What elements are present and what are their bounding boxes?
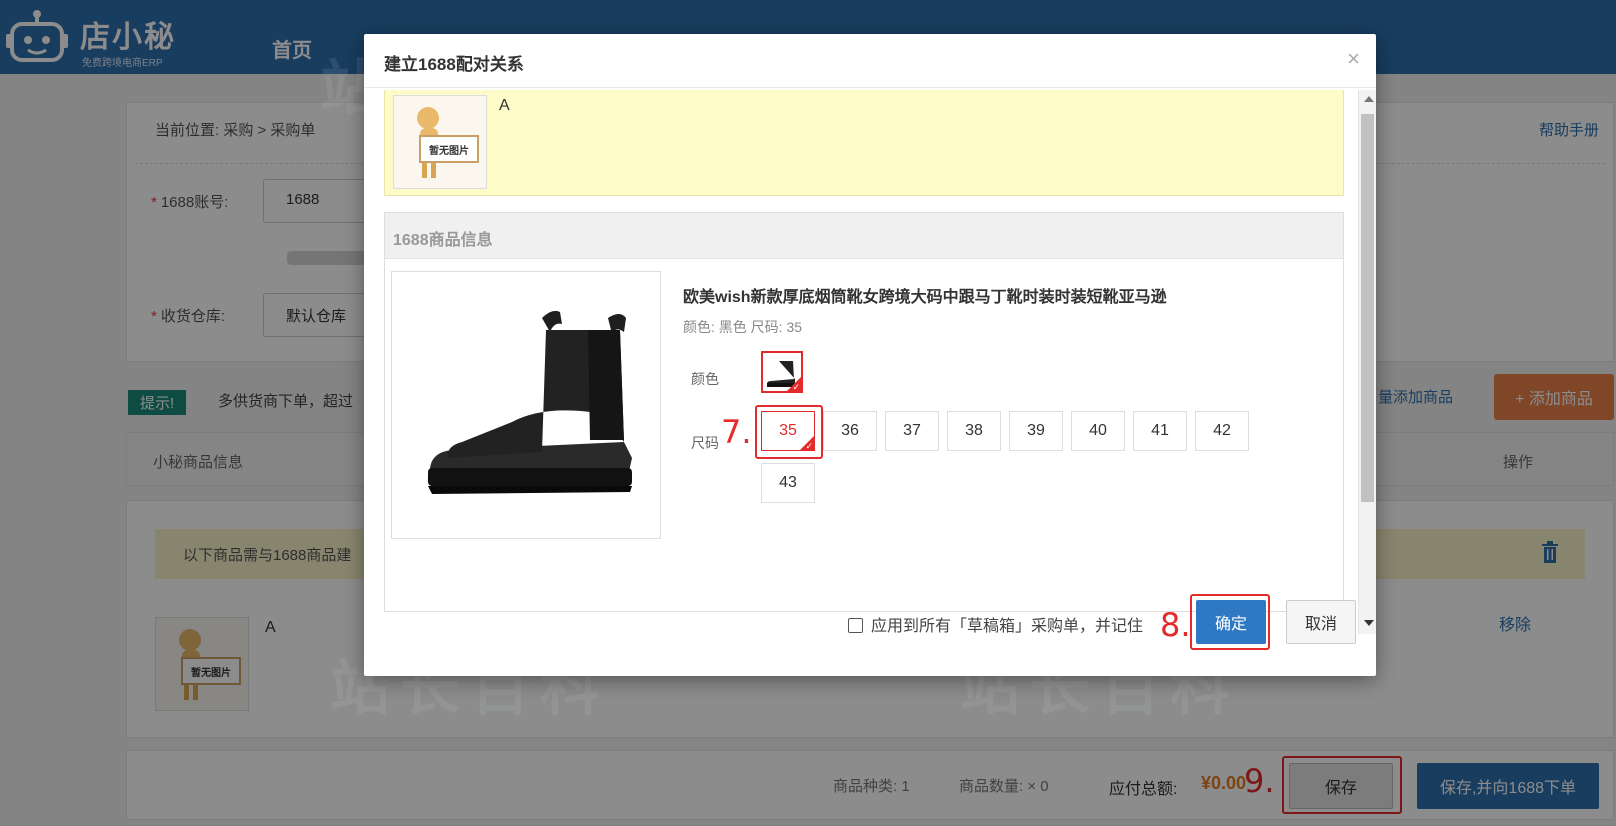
black-boot-image (426, 310, 632, 494)
product-spec: 颜色: 黑色 尺码: 35 (683, 319, 803, 335)
size-option-37[interactable]: 37 (885, 411, 939, 451)
scroll-thumb[interactable] (1361, 114, 1374, 502)
check-icon: ✓ (792, 382, 800, 392)
thumb-text: 暂无图片 (429, 144, 469, 157)
apply-all-option[interactable]: 应用到所有「草稿箱」采购单，并记住 (848, 612, 1143, 636)
step8-marker: 8. (1160, 606, 1191, 644)
scroll-down-icon[interactable] (1364, 620, 1374, 626)
apply-all-label: 应用到所有「草稿箱」采购单，并记住 (871, 618, 1144, 635)
source-goods-row: 暂无图片 A (384, 90, 1344, 196)
dialog-title: 建立1688配对关系 (384, 55, 524, 74)
dialog-scrollbar[interactable] (1358, 90, 1376, 634)
scroll-up-icon[interactable] (1364, 96, 1374, 102)
color-label: 颜色 (691, 371, 719, 387)
color-swatch-black[interactable]: ✓ (761, 351, 803, 393)
info-panel-header: 1688商品信息 (385, 213, 1343, 259)
step7-highlight (755, 405, 823, 459)
size-option-43[interactable]: 43 (761, 463, 815, 503)
step7-marker: 7. (721, 413, 752, 451)
dialog-footer: 应用到所有「草稿箱」采购单，并记住 确定 取消 8. (364, 594, 1376, 676)
product-title: 欧美wish新款厚底烟筒靴女跨境大码中跟马丁靴时装时装短靴亚马逊 (683, 289, 1167, 306)
close-icon[interactable]: × (1347, 46, 1360, 72)
source-goods-name: A (499, 97, 510, 114)
product-image (391, 271, 661, 539)
size-option-41[interactable]: 41 (1133, 411, 1187, 451)
dialog-body[interactable]: 暂无图片 A 1688商品信息 欧美wish新款厚底烟筒靴女跨境大码中跟马丁靴时… (364, 90, 1376, 634)
cancel-button[interactable]: 取消 (1286, 600, 1356, 644)
apply-all-checkbox[interactable] (848, 618, 863, 633)
pairing-dialog: 建立1688配对关系 × 暂无图片 A 1688商品信息 欧美wish新款厚底烟… (364, 34, 1376, 676)
size-option-40[interactable]: 40 (1071, 411, 1125, 451)
info-panel-title: 1688商品信息 (393, 232, 493, 249)
size-option-38[interactable]: 38 (947, 411, 1001, 451)
no-image-placeholder-icon: 暂无图片 (417, 107, 479, 178)
size-option-39[interactable]: 39 (1009, 411, 1063, 451)
size-option-36[interactable]: 36 (823, 411, 877, 451)
size-option-42[interactable]: 42 (1195, 411, 1249, 451)
product-info-panel: 1688商品信息 欧美wish新款厚底烟筒靴女跨境大码中跟马丁靴时装时装短靴亚马… (384, 212, 1344, 612)
step8-highlight (1190, 594, 1270, 650)
dialog-header: 建立1688配对关系 × (364, 34, 1376, 88)
size-label: 尺码 (691, 435, 719, 451)
source-thumbnail: 暂无图片 (393, 95, 487, 189)
